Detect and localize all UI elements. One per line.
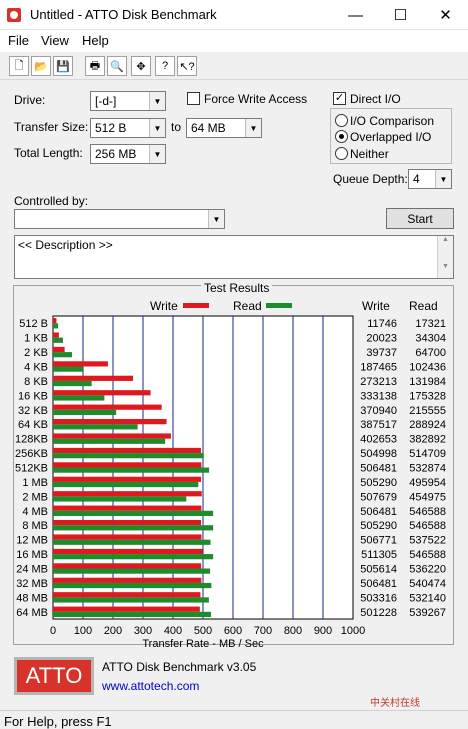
context-help-icon[interactable]: ↖? xyxy=(177,56,197,76)
maximize-icon[interactable]: ☐ xyxy=(378,0,423,30)
test-results-group xyxy=(13,285,454,645)
queue-depth-select[interactable]: 4 ▼ xyxy=(408,169,452,189)
window-title: Untitled - ATTO Disk Benchmark xyxy=(30,7,217,22)
direct-io-checkbox[interactable]: ✓ xyxy=(333,92,346,105)
website-link[interactable]: www.attotech.com xyxy=(102,679,199,693)
print-preview-icon[interactable]: 🔍 xyxy=(107,56,127,76)
io-comparison-label: I/O Comparison xyxy=(350,114,435,128)
chevron-down-icon: ▼ xyxy=(149,145,165,163)
chevron-down-icon: ▼ xyxy=(245,119,261,137)
force-write-checkbox[interactable] xyxy=(187,92,200,105)
status-text: For Help, press F1 xyxy=(4,714,112,729)
test-results-title: Test Results xyxy=(201,281,273,295)
transfer-to-select[interactable]: 64 MB ▼ xyxy=(186,118,262,138)
drive-select[interactable]: [-d-] ▼ xyxy=(90,91,166,111)
atto-logo: ATTO xyxy=(14,657,94,695)
close-icon[interactable]: ✕ xyxy=(423,0,468,30)
chevron-down-icon: ▼ xyxy=(208,210,224,228)
direct-io-label: Direct I/O xyxy=(350,92,401,106)
force-write-label: Force Write Access xyxy=(204,92,308,106)
new-icon[interactable]: 🗋 xyxy=(9,56,29,76)
drive-label: Drive: xyxy=(14,93,46,107)
open-icon[interactable]: 📂 xyxy=(31,56,51,76)
overlapped-io-radio[interactable] xyxy=(335,130,348,143)
write-legend-swatch xyxy=(183,303,209,308)
scroll-down-icon: ▼ xyxy=(442,263,449,270)
controlled-by-label: Controlled by: xyxy=(14,194,89,208)
menu-bar xyxy=(0,30,468,52)
minimize-icon[interactable]: — xyxy=(333,0,378,30)
queue-depth-label: Queue Depth: xyxy=(333,172,408,186)
description-box[interactable]: << Description >> ▲ ▼ xyxy=(14,235,454,279)
chevron-down-icon: ▼ xyxy=(435,170,451,188)
menu-file[interactable]: File xyxy=(8,33,29,48)
neither-radio[interactable] xyxy=(335,147,348,160)
app-icon xyxy=(7,8,21,22)
start-button[interactable]: Start xyxy=(386,208,454,229)
read-column-header: Read xyxy=(409,299,438,313)
save-icon[interactable]: 💾 xyxy=(53,56,73,76)
overlapped-io-label: Overlapped I/O xyxy=(350,130,432,144)
total-length-label: Total Length: xyxy=(14,146,83,160)
move-icon[interactable]: ✥ xyxy=(131,56,151,76)
print-icon[interactable]: 🖶 xyxy=(85,56,105,76)
total-length-select[interactable]: 256 MB ▼ xyxy=(90,144,166,164)
controlled-by-select[interactable]: ▼ xyxy=(14,209,225,229)
read-legend-label: Read xyxy=(233,299,262,313)
chevron-down-icon: ▼ xyxy=(149,92,165,110)
write-legend-label: Write xyxy=(150,299,178,313)
status-bar: For Help, press F1 xyxy=(0,710,468,729)
scroll-up-icon: ▲ xyxy=(442,236,449,243)
description-text: << Description >> xyxy=(18,238,113,252)
menu-view[interactable]: View xyxy=(41,33,69,48)
menu-help[interactable]: Help xyxy=(82,33,109,48)
transfer-size-label: Transfer Size: xyxy=(14,120,89,134)
to-label: to xyxy=(171,120,182,134)
read-legend-swatch xyxy=(266,303,292,308)
neither-label: Neither xyxy=(350,147,389,161)
description-scrollbar[interactable]: ▲ ▼ xyxy=(437,236,453,278)
help-icon[interactable]: ? xyxy=(155,56,175,76)
io-comparison-radio[interactable] xyxy=(335,114,348,127)
write-column-header: Write xyxy=(362,299,390,313)
transfer-from-select[interactable]: 512 B ▼ xyxy=(90,118,166,138)
product-name: ATTO Disk Benchmark v3.05 xyxy=(102,660,257,674)
chevron-down-icon: ▼ xyxy=(149,119,165,137)
